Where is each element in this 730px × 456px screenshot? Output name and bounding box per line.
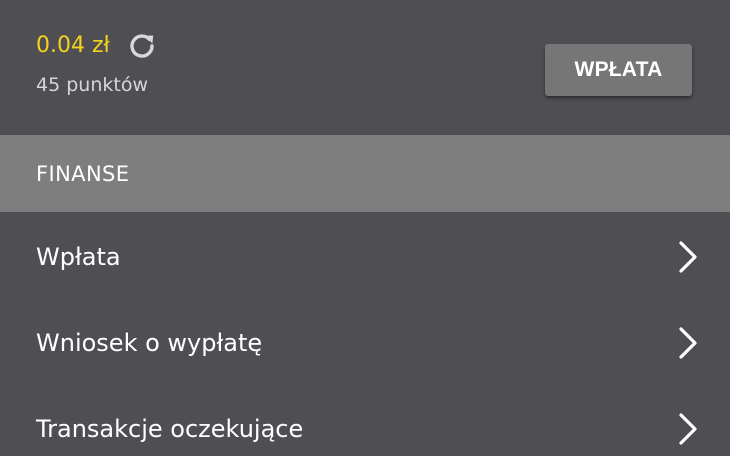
finance-menu-list: Wpłata Wniosek o wypłatę Transakcje ocze… bbox=[0, 212, 730, 456]
points-balance: 45 punktów bbox=[36, 74, 148, 96]
refresh-icon[interactable] bbox=[126, 30, 158, 62]
finance-section-header: FINANSE bbox=[0, 135, 730, 212]
chevron-right-icon bbox=[676, 325, 700, 361]
menu-item-deposit[interactable]: Wpłata bbox=[0, 212, 730, 298]
chevron-right-icon bbox=[676, 239, 700, 275]
balance-panel: 0.04 zł 45 punktów WPŁATA bbox=[0, 0, 730, 135]
deposit-button[interactable]: WPŁATA bbox=[545, 44, 692, 96]
menu-item-label: Wniosek o wypłatę bbox=[36, 329, 263, 357]
chevron-right-icon bbox=[676, 411, 700, 447]
finance-screen: 0.04 zł 45 punktów WPŁATA FINANSE Wpłata bbox=[0, 0, 730, 456]
balance-amount: 0.04 zł bbox=[36, 33, 110, 58]
menu-item-label: Wpłata bbox=[36, 243, 121, 271]
menu-item-label: Transakcje oczekujące bbox=[36, 415, 304, 443]
finance-section-title: FINANSE bbox=[36, 162, 130, 186]
balance-row: 0.04 zł bbox=[36, 30, 158, 62]
menu-item-pending-transactions[interactable]: Transakcje oczekujące bbox=[0, 384, 730, 456]
menu-item-withdrawal-request[interactable]: Wniosek o wypłatę bbox=[0, 298, 730, 384]
